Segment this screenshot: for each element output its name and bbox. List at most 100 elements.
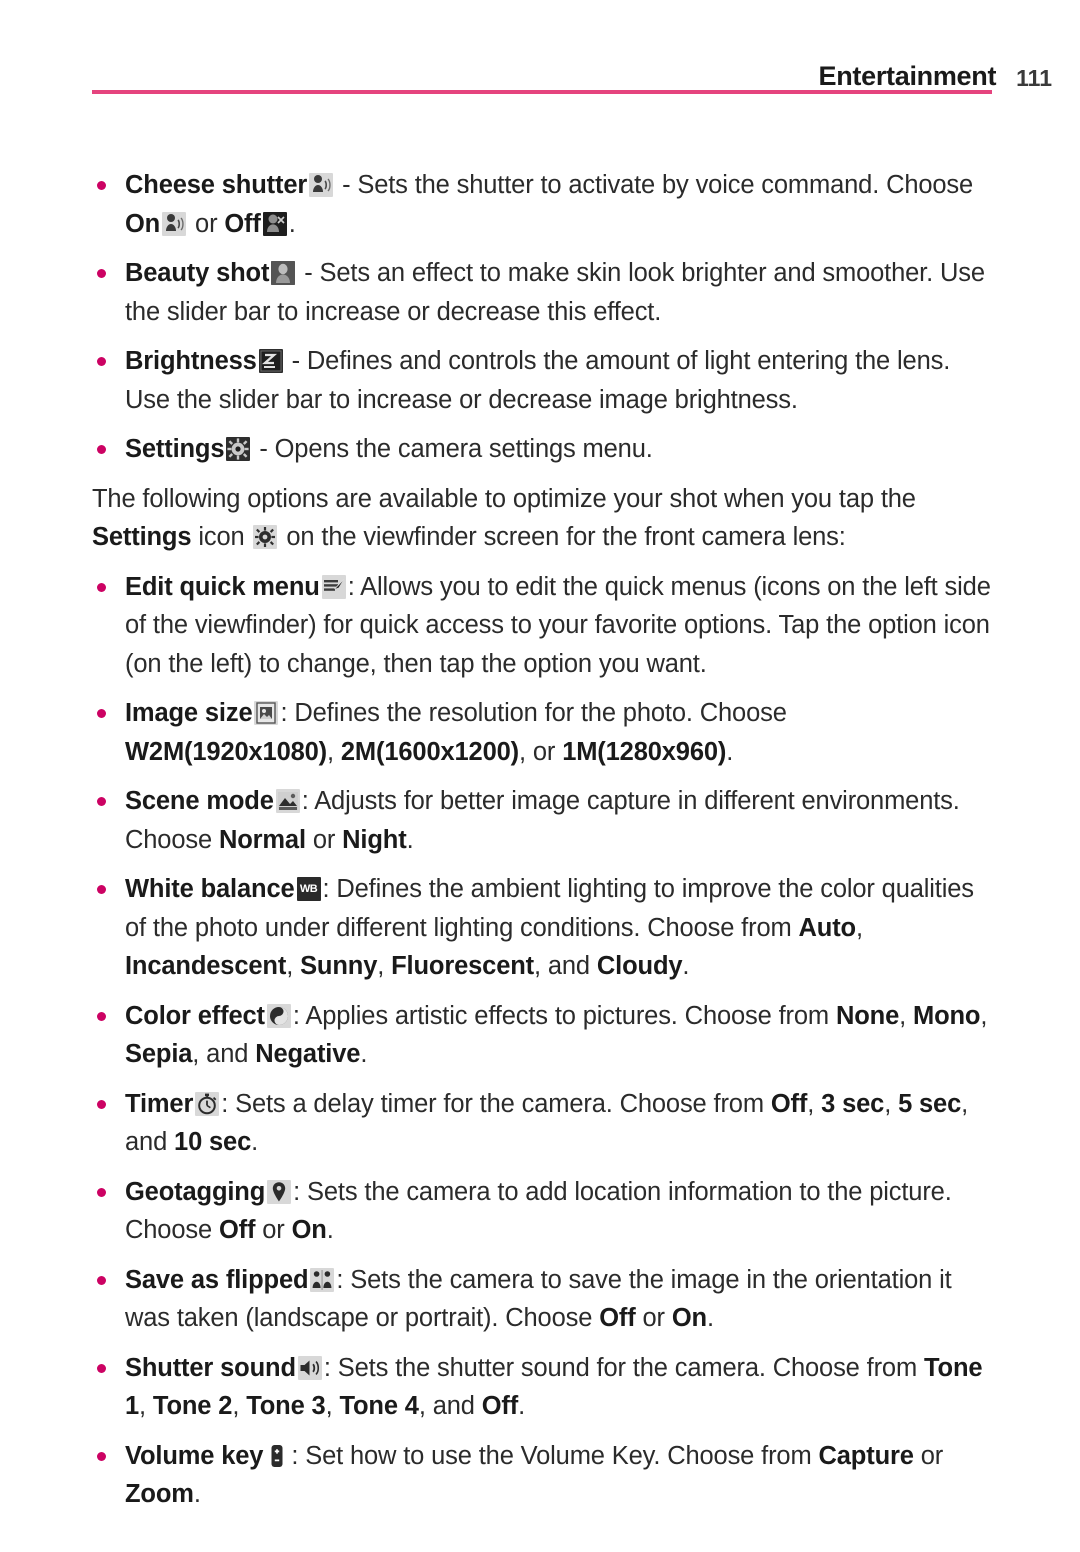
option-incandescent: Incandescent — [125, 952, 287, 980]
tail-text: . — [706, 1304, 714, 1332]
sep-last: , and — [534, 952, 597, 980]
header-row: Entertainment 111 — [0, 52, 1080, 90]
bullet-dot — [97, 1099, 106, 1109]
bullet-dot — [97, 445, 106, 454]
sep: , — [325, 1392, 340, 1420]
list-item-timer: Timer: Sets a delay timer for the camera… — [92, 1085, 997, 1162]
gear-icon — [226, 437, 251, 461]
option-fluorescent: Fluorescent — [391, 952, 534, 980]
option-2m: 2M(1600x1200) — [340, 737, 519, 766]
page-header: Entertainment 111 — [0, 52, 1080, 98]
term-label: White balance — [125, 875, 295, 903]
option-off: Off — [481, 1392, 519, 1420]
edit-grid-pencil-icon — [321, 574, 346, 599]
sep: , — [884, 1089, 899, 1118]
tail-text: . — [193, 1480, 201, 1508]
intro-paragraph: The following options are available to o… — [92, 480, 997, 557]
option-tone3: Tone 3 — [246, 1392, 326, 1420]
option-negative: Negative — [255, 1040, 361, 1068]
bullet-text: Settings - Opens the camera settings men… — [125, 435, 653, 463]
option-sepia: Sepia — [125, 1040, 193, 1068]
sep: , — [899, 1001, 913, 1030]
list-item-geotagging: Geotagging: Sets the camera to add locat… — [92, 1173, 997, 1250]
bullet-text: Timer: Sets a delay timer for the camera… — [125, 1090, 968, 1157]
term-label: Settings — [125, 435, 225, 463]
bullet-text: Edit quick menu: Allows you to edit the … — [125, 573, 991, 678]
bullet-text: Image size: Defines the resolution for t… — [125, 699, 787, 766]
term-label: Geotagging — [125, 1177, 266, 1206]
voice-head-icon — [309, 173, 334, 197]
bullet-text: Scene mode: Adjusts for better image cap… — [125, 787, 960, 854]
option-off: Off — [770, 1089, 808, 1118]
page-title: Entertainment — [818, 61, 997, 91]
bullet-text: Brightness - Defines and controls the am… — [125, 347, 950, 414]
beauty-face-icon — [271, 261, 296, 285]
bullet-text: Cheese shutter - Sets the shutter to act… — [125, 171, 973, 238]
list-item-white-balance: White balance WB: Defines the ambient lig… — [92, 870, 997, 986]
page-content: Cheese shutter - Sets the shutter to act… — [92, 166, 997, 1525]
speaker-icon — [297, 1355, 322, 1380]
tail-text: . — [251, 1128, 259, 1156]
option-on: On — [125, 209, 161, 238]
list-item-scene-mode: Scene mode: Adjusts for better image cap… — [92, 782, 997, 859]
option-on: On — [671, 1304, 707, 1332]
option-auto: Auto — [798, 913, 857, 942]
sep: , — [980, 1001, 988, 1030]
term-label: Image size — [125, 699, 253, 727]
bullet-text: Volume key: Set how to use the Volume Ke… — [125, 1442, 943, 1509]
option-normal: Normal — [218, 825, 306, 854]
bullet-dot — [97, 1187, 106, 1197]
list-item-settings: Settings - Opens the camera settings men… — [92, 430, 997, 469]
image-size-icon — [254, 701, 279, 725]
option-w2m: W2M(1920x1080) — [125, 737, 328, 766]
option-5sec: 5 sec — [898, 1089, 962, 1118]
sep: , — [327, 737, 341, 766]
sep: , — [232, 1392, 247, 1420]
term-label: Save as flipped — [125, 1265, 309, 1294]
bullet-dot — [97, 1451, 106, 1461]
option-none: None — [835, 1001, 900, 1030]
voice-head-on-icon — [162, 211, 187, 236]
mid-text: or — [188, 209, 225, 238]
option-10sec: 10 sec — [174, 1128, 252, 1156]
intro-part-3: on the viewfinder screen for the front c… — [279, 523, 846, 551]
tail-text: . — [288, 209, 296, 238]
option-zoom: Zoom — [125, 1480, 194, 1508]
bullet-dot — [97, 357, 106, 366]
bullet-dot — [97, 797, 106, 806]
option-capture: Capture — [818, 1441, 914, 1470]
term-label: Cheese shutter — [125, 171, 308, 199]
wb-icon: WB — [296, 877, 321, 901]
bullet-dot — [97, 1363, 106, 1373]
bullet-text: Beauty shot - Sets an effect to make ski… — [125, 259, 985, 326]
header-divider-rule — [92, 90, 992, 94]
voice-head-off-icon — [262, 211, 287, 236]
term-label: Beauty shot — [125, 259, 270, 287]
list-item-color-effect: Color effect: Applies artistic effects t… — [92, 997, 997, 1074]
option-on: On — [291, 1216, 327, 1244]
bullet-text: Save as flipped: Sets the camera to save… — [125, 1266, 952, 1333]
term-label: Brightness — [125, 347, 257, 375]
desc-text: - Sets the shutter to activate by voice … — [335, 171, 974, 199]
bullet-text: White balance WB: Defines the ambient lig… — [125, 875, 974, 980]
desc-text: - Opens the camera settings menu. — [252, 435, 653, 463]
option-off: Off — [224, 209, 261, 238]
sep: or — [305, 825, 343, 854]
intro-bold-settings: Settings — [92, 523, 192, 551]
tail-text: . — [406, 825, 414, 854]
sep-last: , and — [418, 1392, 482, 1420]
option-off: Off — [218, 1216, 256, 1244]
bullet-dot — [97, 1275, 106, 1285]
term-label: Color effect — [125, 1001, 265, 1030]
tail-text: . — [360, 1040, 368, 1068]
sep: , — [377, 952, 392, 980]
bullet-text: Geotagging: Sets the camera to add locat… — [125, 1178, 952, 1245]
sep: or — [635, 1304, 672, 1332]
list-item-image-size: Image size: Defines the resolution for t… — [92, 694, 997, 771]
tail-text: . — [682, 952, 690, 980]
sep: , — [139, 1392, 153, 1420]
tail-text: . — [518, 1392, 526, 1420]
bullet-text: Shutter sound: Sets the shutter sound fo… — [125, 1354, 983, 1421]
list-item-beauty-shot: Beauty shot - Sets an effect to make ski… — [92, 254, 997, 331]
intro-part-2: icon — [191, 523, 252, 551]
